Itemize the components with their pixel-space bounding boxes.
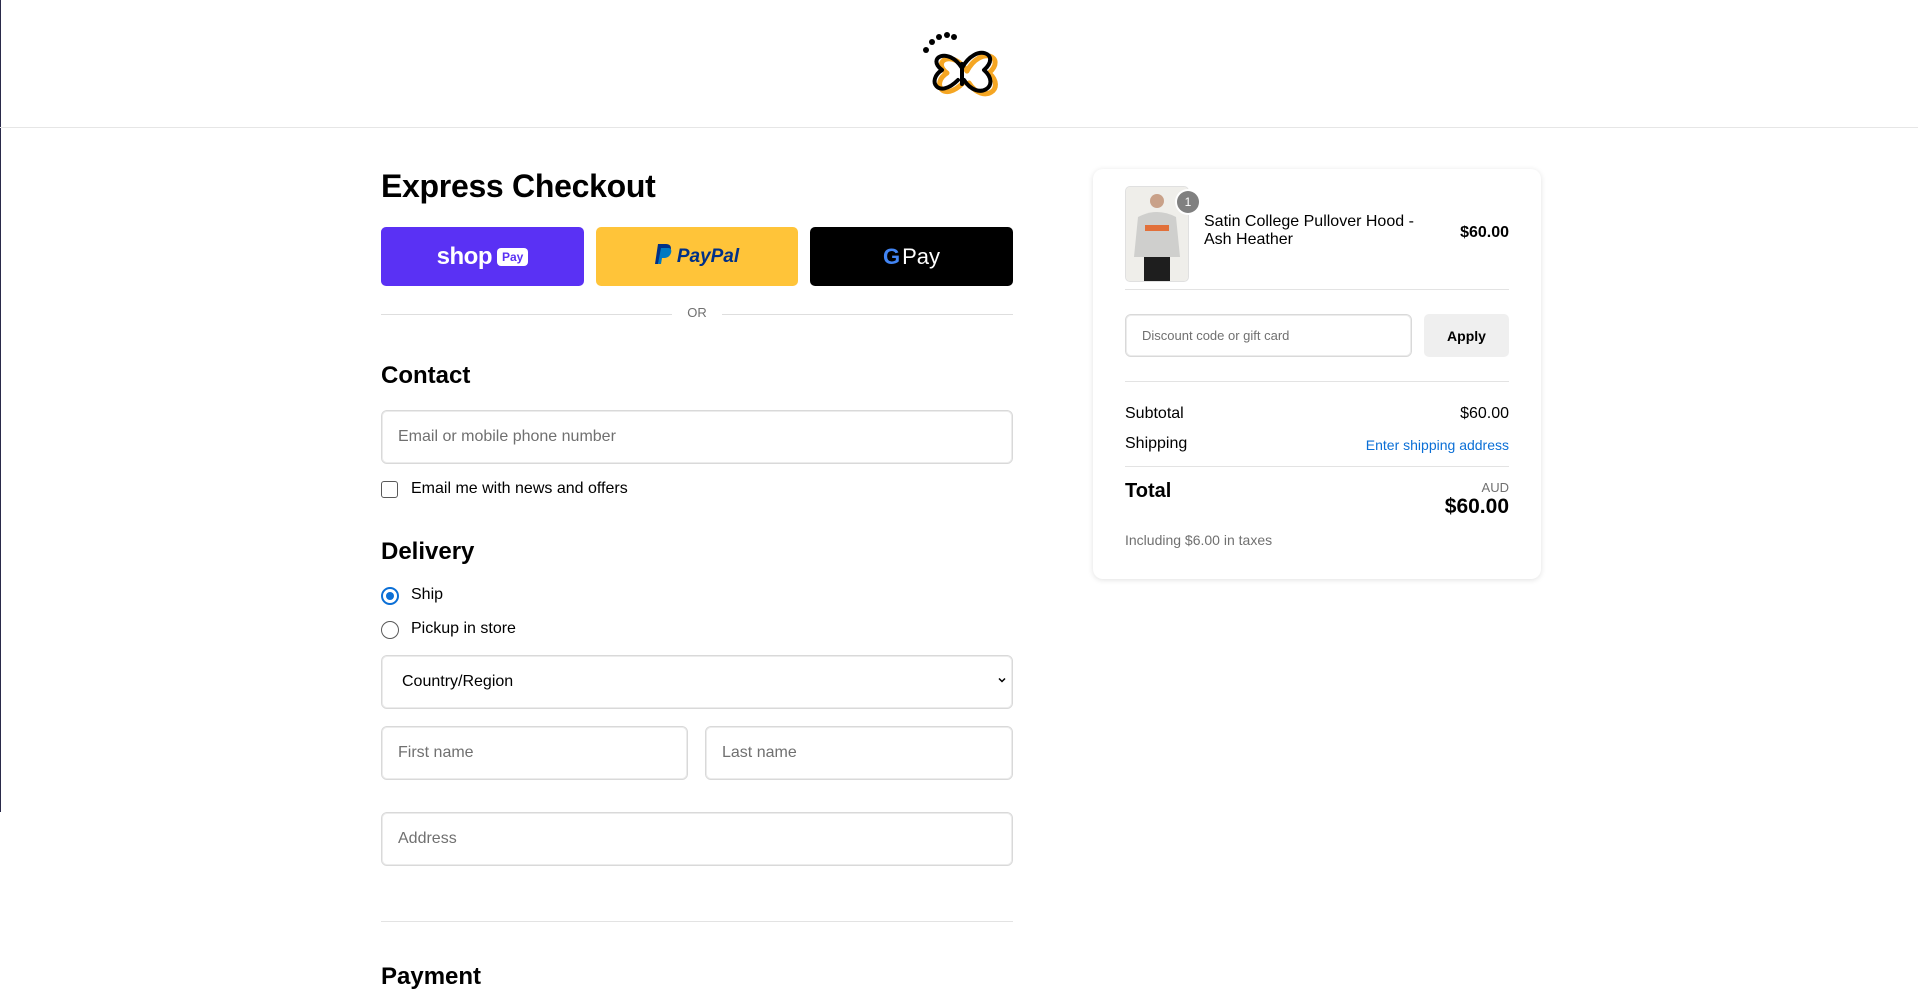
- header: [0, 0, 1918, 128]
- apply-button[interactable]: Apply: [1424, 314, 1509, 357]
- product-name: Satin College Pullover Hood - Ash Heathe…: [1204, 213, 1414, 248]
- ship-radio[interactable]: [381, 587, 399, 605]
- pickup-label: Pickup in store: [411, 620, 516, 637]
- newsletter-label: Email me with news and offers: [411, 480, 628, 497]
- subtotal-value: $60.00: [1460, 405, 1509, 422]
- paypal-button[interactable]: PayPal: [596, 227, 798, 286]
- first-name-field[interactable]: [381, 726, 688, 780]
- payment-divider: [381, 921, 1013, 922]
- total-amount: $60.00: [1444, 495, 1509, 518]
- express-checkout-title: Express Checkout: [381, 168, 656, 204]
- shop-pay-badge: Pay: [496, 247, 529, 266]
- total-label: Total: [1125, 480, 1172, 502]
- newsletter-checkbox[interactable]: [381, 481, 398, 498]
- contact-title: Contact: [381, 362, 471, 389]
- chevron-down-icon: [998, 677, 1006, 683]
- divider: [1125, 289, 1509, 290]
- taxes-note: Including $6.00 in taxes: [1125, 532, 1273, 548]
- email-field[interactable]: [381, 410, 1013, 464]
- country-select[interactable]: Country/Region: [381, 655, 1013, 709]
- divider: [1125, 381, 1509, 382]
- google-pay-button[interactable]: G Pay: [810, 227, 1013, 286]
- discount-field[interactable]: [1125, 314, 1412, 357]
- payment-title: Payment: [381, 963, 482, 990]
- subtotal-label: Subtotal: [1125, 405, 1184, 422]
- currency-code: AUD: [1481, 480, 1509, 495]
- divider: [1125, 466, 1509, 467]
- order-summary: 1 Satin College Pullover Hood - Ash Heat…: [1093, 169, 1541, 579]
- delivery-title: Delivery: [381, 538, 475, 565]
- last-name-field[interactable]: [705, 726, 1013, 780]
- product-price: $60.00: [1460, 224, 1509, 241]
- address-field[interactable]: [381, 812, 1013, 866]
- paypal-icon: [654, 243, 673, 270]
- shipping-label: Shipping: [1125, 435, 1188, 452]
- pickup-radio[interactable]: [381, 621, 399, 639]
- butterfly-logo[interactable]: [918, 28, 1004, 100]
- or-label: OR: [672, 305, 722, 320]
- quantity-badge: 1: [1177, 191, 1199, 213]
- paypal-label: PayPal: [676, 245, 740, 267]
- google-pay-label: Pay: [902, 243, 941, 269]
- shop-pay-label: shop: [436, 242, 493, 270]
- enter-shipping-address-link[interactable]: Enter shipping address: [1366, 437, 1509, 453]
- ship-label: Ship: [411, 586, 444, 603]
- google-g-icon: G: [882, 243, 901, 269]
- shop-pay-button[interactable]: shop Pay: [381, 227, 584, 286]
- country-select-value: Country/Region: [402, 673, 514, 690]
